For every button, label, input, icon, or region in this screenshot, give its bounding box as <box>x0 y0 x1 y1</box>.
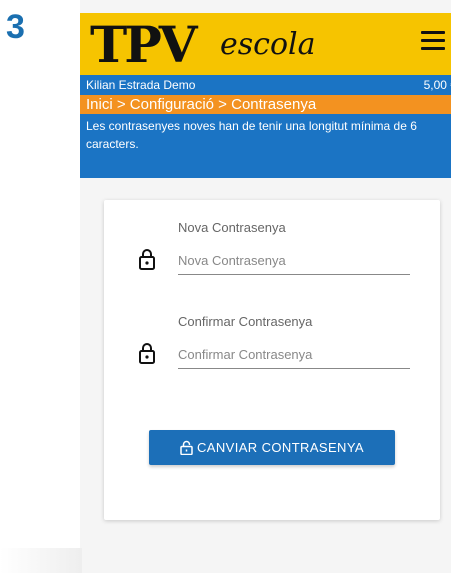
breadcrumb-item-configuracio[interactable]: Configuració <box>130 96 214 113</box>
user-name: Kilian Estrada Demo <box>86 78 196 92</box>
breadcrumb: Inici > Configuració > Contrasenya <box>80 95 451 114</box>
breadcrumb-item-inici[interactable]: Inici <box>86 96 113 113</box>
logo-main: TPV <box>90 15 198 74</box>
confirm-password-group: Confirmar Contrasenya <box>104 314 440 384</box>
user-bar: Kilian Estrada Demo 5,00 € <box>80 75 451 95</box>
user-balance: 5,00 € <box>423 78 451 92</box>
change-password-label: CANVIAR CONTRASENYA <box>197 440 364 455</box>
logo-sub: escola <box>220 27 316 62</box>
breadcrumb-separator: > <box>214 96 232 113</box>
breadcrumb-item-contrasenya: Contrasenya <box>231 96 317 113</box>
new-password-input[interactable] <box>178 246 410 275</box>
hamburger-menu-icon[interactable] <box>421 31 445 53</box>
step-number: 3 <box>6 8 25 46</box>
app-header: TPV escola <box>80 13 451 75</box>
confirm-password-input[interactable] <box>178 340 410 369</box>
new-password-label: Nova Contrasenya <box>178 220 286 235</box>
lock-icon <box>139 249 155 270</box>
breadcrumb-separator: > <box>112 96 130 113</box>
password-form-card: Nova Contrasenya Confirmar Contrasenya C… <box>104 200 440 520</box>
lock-icon <box>139 343 155 364</box>
new-password-group: Nova Contrasenya <box>104 220 440 290</box>
app-screen: TPV escola Kilian Estrada Demo 5,00 € In… <box>80 0 451 573</box>
confirm-password-label: Confirmar Contrasenya <box>178 314 313 329</box>
lock-open-icon <box>180 440 193 455</box>
shadow-decoration <box>0 548 82 573</box>
password-notice: Les contrasenyes noves han de tenir una … <box>80 114 451 178</box>
change-password-button[interactable]: CANVIAR CONTRASENYA <box>149 430 395 465</box>
